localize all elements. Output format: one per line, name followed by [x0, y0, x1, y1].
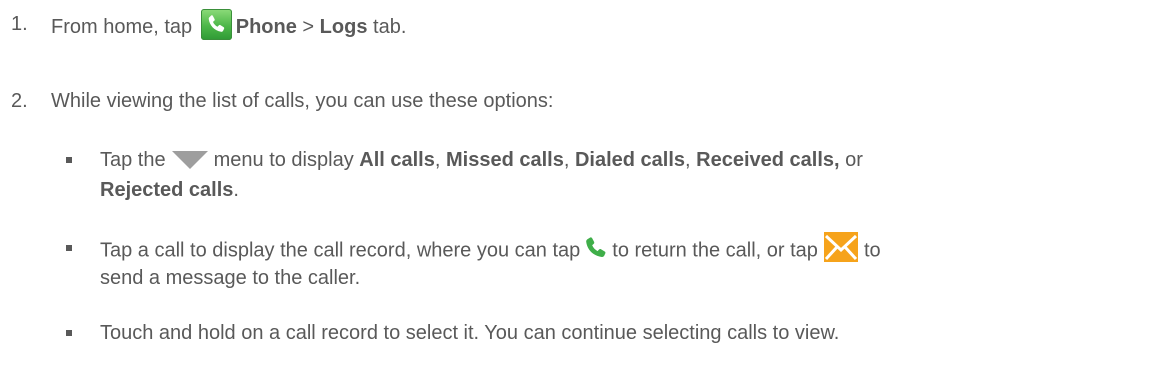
- phone-handset-icon: [584, 236, 608, 260]
- dropdown-triangle-icon: [171, 149, 208, 169]
- bullet-text: to return the call, or tap: [612, 239, 818, 262]
- step-number: 2.: [11, 90, 28, 112]
- bullet-text: Touch and hold on a call record to selec…: [100, 322, 840, 344]
- bullet-text: Tap a call to display the call record, w…: [100, 239, 581, 262]
- bullet-hold: Touch and hold on a call record to selec…: [100, 321, 839, 345]
- bullet-menu-line2: Rejected calls.: [100, 178, 239, 202]
- separator: >: [302, 15, 315, 38]
- bullet-text: to: [863, 239, 881, 262]
- received-calls-label: Received calls,: [696, 149, 840, 171]
- bullet-marker: [66, 157, 72, 163]
- dialed-calls-label: Dialed calls: [574, 149, 686, 171]
- bullet-text: Tap the: [100, 149, 166, 171]
- bullet-text: or: [845, 149, 863, 171]
- envelope-icon: [823, 232, 858, 262]
- bullet-text: menu to display: [213, 149, 354, 171]
- period: .: [233, 179, 239, 201]
- phone-label: Phone: [235, 15, 297, 38]
- step-text: From home, tap: [51, 15, 193, 38]
- comma: ,: [685, 149, 691, 171]
- bullet-record: Tap a call to display the call record, w…: [100, 232, 881, 266]
- comma: ,: [563, 149, 570, 171]
- all-calls-label: All calls: [359, 149, 435, 171]
- step-suffix: tab.: [373, 15, 407, 38]
- bullet-record-line2: send a message to the caller.: [100, 266, 360, 290]
- missed-calls-label: Missed calls: [445, 149, 564, 171]
- bullet-menu: Tap the menu to display All calls, Misse…: [100, 148, 863, 172]
- bullet-marker: [66, 245, 72, 251]
- step-text: While viewing the list of calls, you can…: [51, 90, 554, 112]
- bullet-text: send a message to the caller.: [100, 267, 361, 289]
- phone-app-icon: [200, 9, 232, 40]
- comma: ,: [434, 149, 441, 171]
- bullet-marker: [66, 330, 72, 336]
- rejected-calls-label: Rejected calls: [100, 179, 234, 201]
- step-number: 1.: [11, 13, 28, 35]
- logs-label: Logs: [319, 15, 368, 38]
